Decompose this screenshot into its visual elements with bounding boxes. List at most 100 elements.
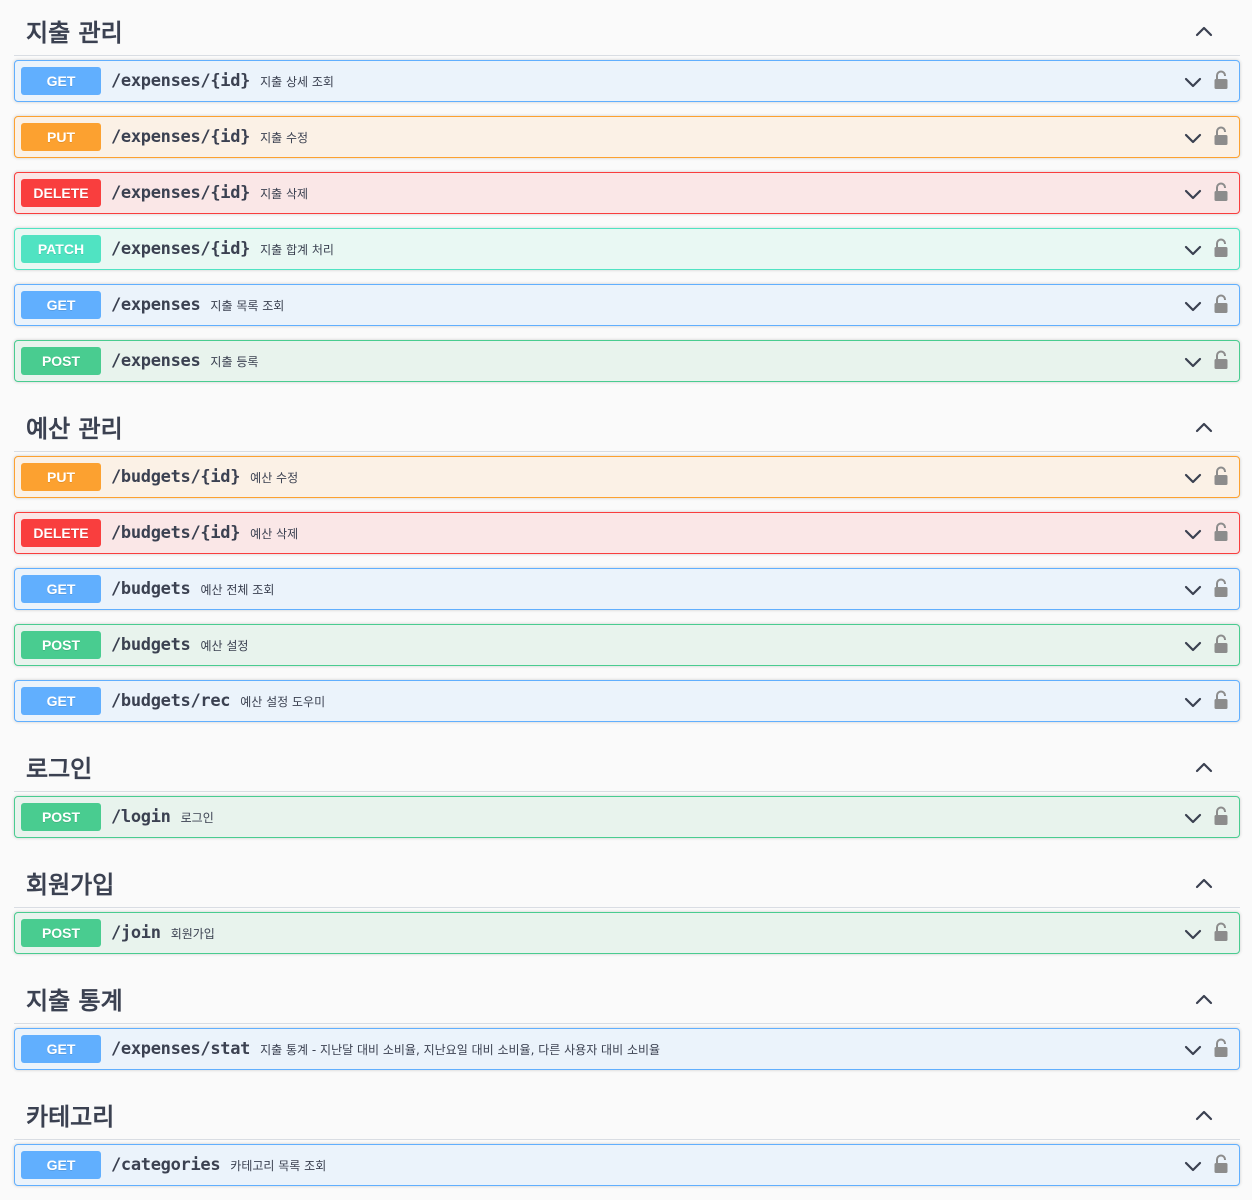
chevron-up-icon[interactable] xyxy=(1194,758,1214,778)
endpoint-summary: 예산 전체 조회 xyxy=(200,582,275,597)
unlocked-padlock-icon[interactable] xyxy=(1213,1038,1229,1058)
chevron-down-icon[interactable] xyxy=(1183,296,1203,316)
unlocked-padlock-icon[interactable] xyxy=(1213,70,1229,90)
chevron-down-icon[interactable] xyxy=(1183,692,1203,712)
chevron-down-icon[interactable] xyxy=(1183,636,1203,656)
http-method-badge: POST xyxy=(21,919,101,947)
unlocked-padlock-icon[interactable] xyxy=(1213,350,1229,370)
unlocked-padlock-icon[interactable] xyxy=(1213,690,1229,710)
unlocked-padlock-icon[interactable] xyxy=(1213,522,1229,542)
tag-title: 회원가입 xyxy=(26,871,115,899)
unlocked-padlock-icon[interactable] xyxy=(1213,634,1229,654)
endpoint-summary: 회원가입 xyxy=(170,926,215,941)
endpoint-summary: 예산 설정 xyxy=(200,638,249,653)
tag-section-header[interactable]: 회원가입 xyxy=(14,852,1240,908)
unlocked-padlock-icon[interactable] xyxy=(1213,806,1229,826)
endpoint-summary: 지출 등록 xyxy=(210,354,259,369)
chevron-up-icon[interactable] xyxy=(1194,874,1214,894)
endpoint-path: /budgets/{id} xyxy=(111,523,241,543)
chevron-down-icon[interactable] xyxy=(1183,580,1203,600)
endpoint-summary: 예산 삭제 xyxy=(250,526,299,541)
chevron-up-icon[interactable] xyxy=(1194,1106,1214,1126)
tag-section-header[interactable]: 예산 관리 xyxy=(14,396,1240,452)
operation-put[interactable]: PUT/budgets/{id} 예산 수정 xyxy=(14,456,1240,498)
operation-patch[interactable]: PATCH/expenses/{id} 지출 합계 처리 xyxy=(14,228,1240,270)
chevron-down-icon[interactable] xyxy=(1183,808,1203,828)
endpoint-path: /expenses xyxy=(111,295,201,315)
unlocked-padlock-icon[interactable] xyxy=(1213,126,1229,146)
endpoint-summary: 예산 설정 도우미 xyxy=(240,694,326,709)
endpoint-summary: 지출 목록 조회 xyxy=(210,298,285,313)
operation-get[interactable]: GET/categories 카테고리 목록 조회 xyxy=(14,1144,1240,1186)
operation-summary-line: /expenses/{id} 지출 합계 처리 xyxy=(111,229,334,269)
endpoint-path: /expenses/{id} xyxy=(111,71,251,91)
http-method-badge: GET xyxy=(21,1151,101,1179)
operation-get[interactable]: GET/expenses 지출 목록 조회 xyxy=(14,284,1240,326)
tag-section-header[interactable]: 카테고리 xyxy=(14,1084,1240,1140)
endpoint-summary: 로그인 xyxy=(180,810,214,825)
chevron-up-icon[interactable] xyxy=(1194,990,1214,1010)
operation-post[interactable]: POST/budgets 예산 설정 xyxy=(14,624,1240,666)
operation-get[interactable]: GET/expenses/{id} 지출 상세 조회 xyxy=(14,60,1240,102)
tag-section: 카테고리 GET/categories 카테고리 목록 조회 xyxy=(0,1084,1252,1186)
operation-post[interactable]: POST/login 로그인 xyxy=(14,796,1240,838)
operation-get[interactable]: GET/budgets/rec 예산 설정 도우미 xyxy=(14,680,1240,722)
chevron-down-icon[interactable] xyxy=(1183,524,1203,544)
chevron-down-icon[interactable] xyxy=(1183,468,1203,488)
unlocked-padlock-icon[interactable] xyxy=(1213,578,1229,598)
endpoint-path: /budgets xyxy=(111,579,191,599)
tag-section-header[interactable]: 로그인 xyxy=(14,736,1240,792)
endpoint-path: /categories xyxy=(111,1155,221,1175)
unlocked-padlock-icon[interactable] xyxy=(1213,1154,1229,1174)
chevron-down-icon[interactable] xyxy=(1183,1156,1203,1176)
endpoint-summary: 지출 상세 조회 xyxy=(260,74,334,89)
tag-section-header[interactable]: 지출 관리 xyxy=(14,0,1240,56)
tag-section: 예산 관리 PUT/budgets/{id} 예산 수정 DELETE/budgets… xyxy=(0,396,1252,722)
operation-summary-line: /expenses/stat 지출 통계 - 지난달 대비 소비율, 지난요일 대… xyxy=(111,1029,660,1069)
endpoint-summary: 지출 삭제 xyxy=(260,186,309,201)
operation-summary-line: /expenses/{id} 지출 삭제 xyxy=(111,173,308,213)
chevron-down-icon[interactable] xyxy=(1183,352,1203,372)
endpoint-path: /budgets/{id} xyxy=(111,467,241,487)
endpoint-path: /expenses/{id} xyxy=(111,239,251,259)
operation-summary-line: /login 로그인 xyxy=(111,797,214,837)
http-method-badge: GET xyxy=(21,687,101,715)
operation-get[interactable]: GET/expenses/stat 지출 통계 - 지난달 대비 소비율, 지난요… xyxy=(14,1028,1240,1070)
operation-delete[interactable]: DELETE/budgets/{id} 예산 삭제 xyxy=(14,512,1240,554)
chevron-up-icon[interactable] xyxy=(1194,418,1214,438)
chevron-down-icon[interactable] xyxy=(1183,924,1203,944)
http-method-badge: GET xyxy=(21,291,101,319)
http-method-badge: PUT xyxy=(21,463,101,491)
tag-section: 회원가입 POST/join 회원가입 xyxy=(0,852,1252,954)
unlocked-padlock-icon[interactable] xyxy=(1213,466,1229,486)
chevron-down-icon[interactable] xyxy=(1183,72,1203,92)
operation-post[interactable]: POST/join 회원가입 xyxy=(14,912,1240,954)
endpoint-path: /expenses/stat xyxy=(111,1039,251,1059)
chevron-down-icon[interactable] xyxy=(1183,1040,1203,1060)
unlocked-padlock-icon[interactable] xyxy=(1213,294,1229,314)
chevron-up-icon[interactable] xyxy=(1194,22,1214,42)
unlocked-padlock-icon[interactable] xyxy=(1213,238,1229,258)
tag-section: 로그인 POST/login 로그인 xyxy=(0,736,1252,838)
operation-summary-line: /budgets/{id} 예산 수정 xyxy=(111,457,298,497)
chevron-down-icon[interactable] xyxy=(1183,184,1203,204)
operation-put[interactable]: PUT/expenses/{id} 지출 수정 xyxy=(14,116,1240,158)
endpoint-path: /expenses/{id} xyxy=(111,183,251,203)
operation-summary-line: /budgets/rec 예산 설정 도우미 xyxy=(111,681,325,721)
http-method-badge: DELETE xyxy=(21,519,101,547)
unlocked-padlock-icon[interactable] xyxy=(1213,182,1229,202)
http-method-badge: POST xyxy=(21,631,101,659)
tag-section-header[interactable]: 지출 통계 xyxy=(14,968,1240,1024)
operation-summary-line: /expenses/{id} 지출 수정 xyxy=(111,117,308,157)
operation-get[interactable]: GET/budgets 예산 전체 조회 xyxy=(14,568,1240,610)
chevron-down-icon[interactable] xyxy=(1183,128,1203,148)
operation-summary-line: /budgets 예산 설정 xyxy=(111,625,248,665)
chevron-down-icon[interactable] xyxy=(1183,240,1203,260)
operation-summary-line: /budgets 예산 전체 조회 xyxy=(111,569,274,609)
tag-title: 예산 관리 xyxy=(26,415,123,443)
operation-summary-line: /expenses 지출 목록 조회 xyxy=(111,285,284,325)
unlocked-padlock-icon[interactable] xyxy=(1213,922,1229,942)
tag-title: 로그인 xyxy=(26,755,93,783)
operation-post[interactable]: POST/expenses 지출 등록 xyxy=(14,340,1240,382)
operation-delete[interactable]: DELETE/expenses/{id} 지출 삭제 xyxy=(14,172,1240,214)
